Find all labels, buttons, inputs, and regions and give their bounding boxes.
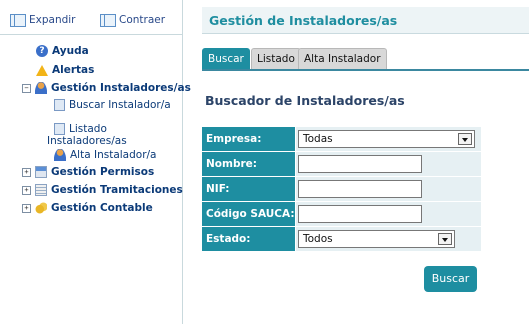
nif-label: NIF: — [202, 177, 295, 201]
expand-toggle-icon[interactable]: + — [22, 185, 31, 195]
installer-icon — [35, 82, 47, 94]
dropdown-arrow-icon[interactable] — [438, 233, 452, 245]
search-button[interactable]: Buscar — [424, 266, 477, 292]
document-icon — [54, 99, 65, 111]
sidebar-item-gestion-instaladores[interactable]: − Gestión Instaladores/as — [22, 82, 191, 94]
empresa-selected-value: Todas — [303, 133, 333, 145]
empresa-select[interactable]: Todas — [298, 130, 475, 148]
empresa-row: Empresa: Todas — [202, 127, 481, 151]
sidebar-item-buscar-instalador[interactable]: Buscar Instalador/a — [54, 99, 171, 111]
alert-icon — [36, 64, 48, 76]
nombre-row: Nombre: — [202, 152, 481, 176]
nif-input[interactable] — [298, 180, 422, 198]
expand-button[interactable]: Expandir — [10, 12, 76, 28]
expand-toggle-icon[interactable]: + — [22, 167, 31, 177]
tab-buscar[interactable]: Buscar — [202, 48, 250, 69]
nombre-input[interactable] — [298, 155, 422, 173]
list-icon — [35, 184, 47, 196]
estado-cell: Todos — [296, 227, 481, 251]
form-title: Buscador de Instaladores/as — [205, 93, 405, 108]
dropdown-arrow-icon[interactable] — [458, 133, 472, 145]
sidebar-item-gestion-tramitaciones[interactable]: + Gestión Tramitaciones — [22, 184, 183, 196]
estado-label: Estado: — [202, 227, 295, 251]
empresa-label: Empresa: — [202, 127, 295, 151]
expand-toggle-icon[interactable]: + — [22, 203, 31, 213]
sidebar-item-alta-instalador[interactable]: Alta Instalador/a — [54, 149, 157, 161]
collapse-label: Contraer — [119, 14, 166, 26]
expand-icon — [10, 13, 26, 27]
coins-icon — [35, 202, 47, 214]
sidebar-item-ayuda[interactable]: ? Ayuda — [36, 45, 89, 57]
sidebar-item-gestion-contable[interactable]: + Gestión Contable — [22, 202, 153, 214]
codigo-sauca-cell — [296, 202, 481, 226]
tab-listado[interactable]: Listado — [251, 48, 301, 69]
estado-row: Estado: Todos — [202, 227, 481, 251]
sidebar-item-gestion-permisos[interactable]: + Gestión Permisos — [22, 166, 154, 178]
help-icon: ? — [36, 45, 48, 57]
nombre-label: Nombre: — [202, 152, 295, 176]
tab-alta-instalador[interactable]: Alta Instalador — [298, 48, 387, 69]
sidebar-item-listado-instaladores[interactable]: Listado Instaladores/as — [47, 117, 189, 147]
codigo-sauca-label: Código SAUCA: — [202, 202, 295, 226]
sidebar: Expandir Contraer ? Ayuda Alertas − Gest… — [0, 0, 191, 324]
empresa-cell: Todas — [296, 127, 481, 151]
codigo-sauca-row: Código SAUCA: — [202, 202, 481, 226]
collapse-icon — [100, 13, 116, 27]
page-title: Gestión de Instaladores/as — [209, 13, 398, 28]
collapse-button[interactable]: Contraer — [100, 12, 165, 28]
page-header: Gestión de Instaladores/as — [202, 7, 529, 34]
codigo-sauca-input[interactable] — [298, 205, 422, 223]
expand-label: Expandir — [29, 14, 76, 26]
add-user-icon — [54, 149, 66, 161]
nombre-cell — [296, 152, 481, 176]
tab-bar: Buscar Listado Alta Instalador — [202, 48, 529, 71]
main-panel: Gestión de Instaladores/as Buscar Listad… — [202, 0, 529, 324]
estado-select[interactable]: Todos — [298, 230, 455, 248]
collapse-toggle-icon[interactable]: − — [22, 83, 31, 93]
sidebar-item-alertas[interactable]: Alertas — [36, 64, 94, 76]
id-card-icon — [35, 166, 47, 178]
sidebar-toolbar: Expandir Contraer — [0, 0, 182, 35]
estado-selected-value: Todos — [303, 233, 333, 245]
nif-row: NIF: — [202, 177, 481, 201]
nif-cell — [296, 177, 481, 201]
